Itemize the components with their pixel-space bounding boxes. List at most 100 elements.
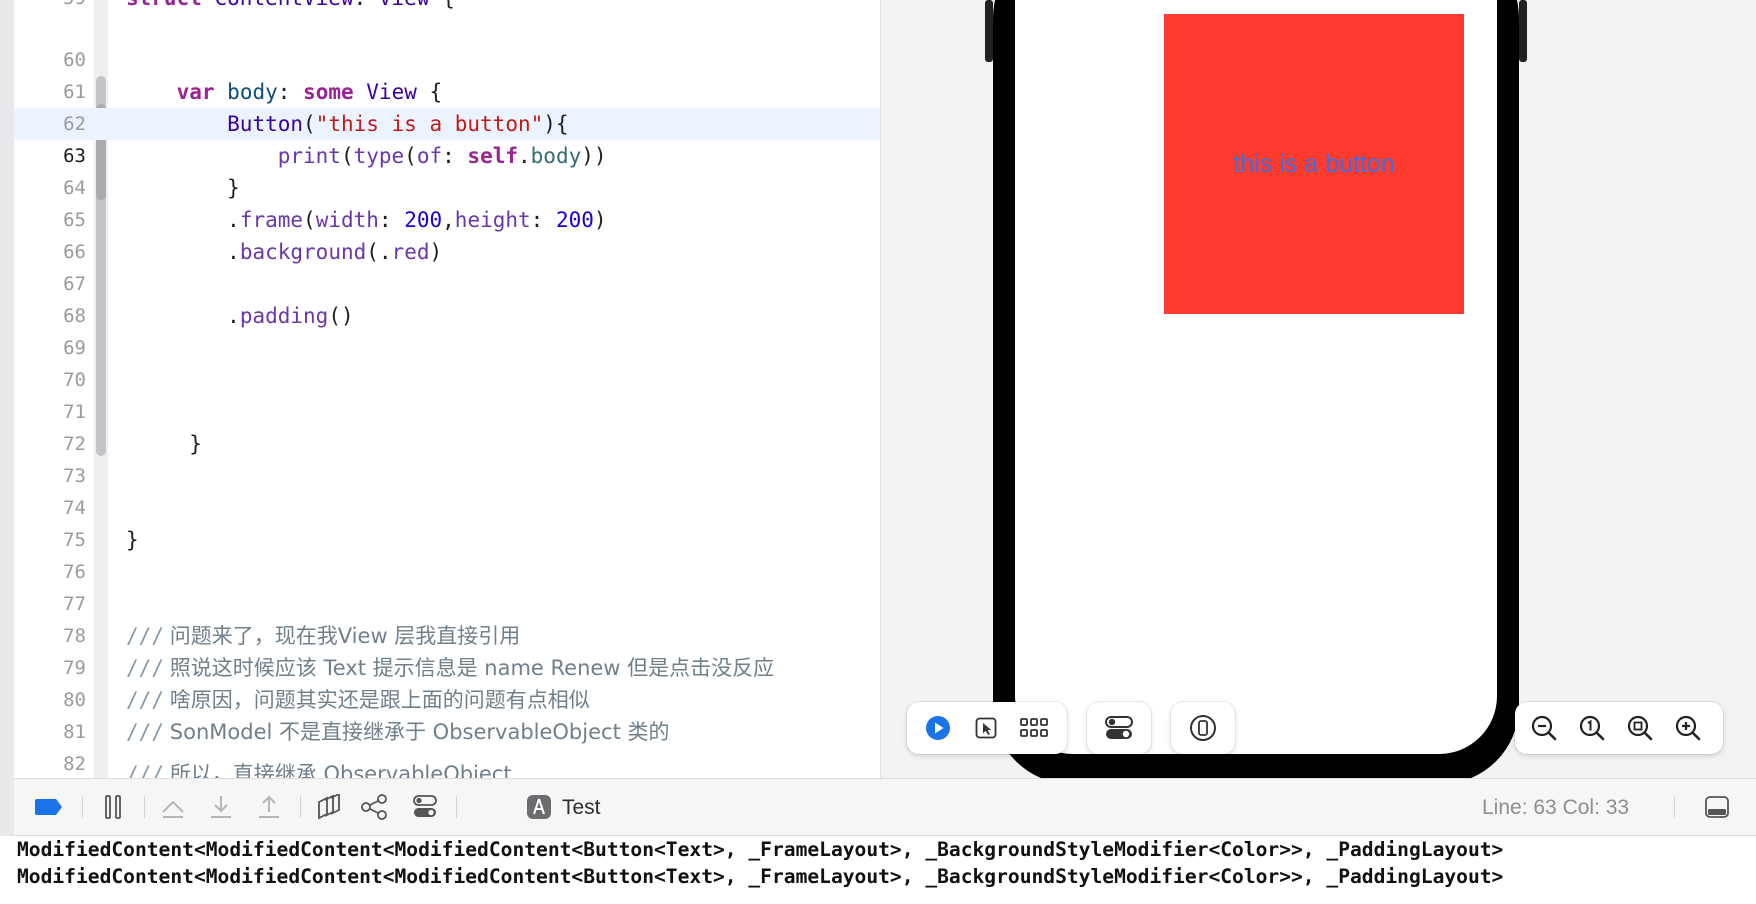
comment-slashes: /// bbox=[126, 720, 164, 744]
toggle-console-icon[interactable] bbox=[1700, 789, 1734, 825]
brace: } bbox=[227, 176, 240, 200]
comment-text: 啥原因，问题其实还是跟上面的问题有点相似 bbox=[169, 688, 590, 712]
line-number: 76 bbox=[63, 561, 86, 583]
column-indicator: Col: 33 bbox=[1562, 796, 1630, 819]
line-number: 68 bbox=[63, 305, 86, 327]
phone-side-button bbox=[1519, 0, 1527, 62]
paren: ( bbox=[303, 112, 316, 136]
function-name: type bbox=[353, 144, 405, 168]
comment-text: 所以，直接继承 ObservableObject bbox=[169, 762, 512, 778]
environment-overrides-icon[interactable] bbox=[408, 789, 442, 825]
left-edge-strip bbox=[0, 0, 14, 904]
line-number: 80 bbox=[63, 689, 86, 711]
line-number: 59 bbox=[14, 0, 86, 14]
brace: { bbox=[429, 80, 443, 104]
type-name: ContentView bbox=[215, 0, 354, 10]
variants-icon[interactable] bbox=[1102, 711, 1136, 745]
app-target-icon[interactable] bbox=[522, 789, 556, 825]
comment-slashes: /// bbox=[126, 624, 164, 648]
dot: . bbox=[227, 304, 240, 328]
device-settings-icon[interactable] bbox=[1186, 711, 1220, 745]
code-line-73[interactable]: } bbox=[126, 428, 202, 460]
paren: () bbox=[328, 304, 354, 328]
phone-side-button bbox=[985, 0, 993, 62]
separator bbox=[300, 796, 301, 818]
preview-button-label: this is a button bbox=[1233, 149, 1395, 178]
code-editor[interactable]: 60 61 62 63 64 65 66 67 68 69 70 71 72 73 74 75 76 77 78 79… bbox=[14, 0, 880, 778]
preview-red-button[interactable]: this is a button bbox=[1164, 14, 1464, 314]
console-output[interactable]: ModifiedContent<ModifiedContent<Modified… bbox=[0, 836, 1756, 904]
step-over-icon[interactable] bbox=[156, 789, 190, 825]
console-line: ModifiedContent<ModifiedContent<Modified… bbox=[17, 838, 1504, 861]
comment-slashes: /// bbox=[126, 656, 164, 680]
line-number: 66 bbox=[63, 241, 86, 263]
paren: )) bbox=[581, 144, 607, 168]
code-line-62[interactable]: var body: some View { bbox=[126, 76, 443, 108]
separator bbox=[144, 796, 145, 818]
cursor-position: Line: 63 Col: 33 bbox=[1482, 795, 1629, 821]
actual-size-icon[interactable] bbox=[1575, 711, 1609, 745]
comment-line-82[interactable]: /// SonModel 不是直接继承于 ObservableObject 类的 bbox=[126, 716, 669, 749]
line-number: 79 bbox=[63, 657, 86, 679]
property-name: body bbox=[227, 80, 278, 104]
number-literal: 200 bbox=[404, 208, 443, 232]
zoom-out-icon[interactable] bbox=[1527, 711, 1561, 745]
comment-text: 照说这时候应该 Text 提示信息是 name Renew 但是点击没反应 bbox=[169, 656, 775, 680]
zoom-to-fit-icon[interactable] bbox=[1623, 711, 1657, 745]
line-number: 67 bbox=[63, 273, 86, 295]
code-line-76[interactable]: } bbox=[126, 524, 139, 556]
line-number: 71 bbox=[63, 401, 86, 423]
paren: ){ bbox=[543, 112, 569, 136]
comment-line-80[interactable]: /// 照说这时候应该 Text 提示信息是 name Renew 但是点击没反… bbox=[126, 652, 774, 685]
keyword: some bbox=[303, 80, 354, 104]
comment-line-83[interactable]: /// 所以，直接继承 ObservableObject bbox=[126, 758, 512, 778]
view-hierarchy-icon[interactable] bbox=[312, 789, 346, 825]
variants-toolbar bbox=[1087, 702, 1151, 754]
pause-icon[interactable] bbox=[96, 789, 130, 825]
select-cursor-icon[interactable] bbox=[969, 711, 1003, 745]
code-line-65[interactable]: } bbox=[126, 172, 240, 204]
comment-line-79[interactable]: /// 问题来了，现在我View 层我直接引用 bbox=[126, 620, 520, 653]
line-number: 70 bbox=[63, 369, 86, 391]
line-number: 62 bbox=[63, 113, 86, 135]
string-literal: "this is a button" bbox=[315, 112, 544, 136]
separator bbox=[456, 796, 457, 818]
code-line-67[interactable]: .background(.red) bbox=[126, 236, 442, 268]
play-icon[interactable] bbox=[921, 711, 955, 745]
preview-mode-toolbar bbox=[907, 702, 1067, 754]
grid-icon[interactable] bbox=[1017, 711, 1051, 745]
line-number: 64 bbox=[63, 177, 86, 199]
code-line-63[interactable]: Button("this is a button"){ bbox=[126, 108, 569, 140]
line-number: 72 bbox=[63, 433, 86, 455]
line-number: 78 bbox=[63, 625, 86, 647]
line-number: 69 bbox=[63, 337, 86, 359]
code-line-64[interactable]: print(type(of: self.body)) bbox=[126, 140, 607, 172]
number-literal: 200 bbox=[555, 208, 594, 232]
method-name: padding bbox=[239, 304, 329, 328]
debug-bar: Test Line: 63 Col: 33 bbox=[14, 778, 1756, 836]
function-name: print bbox=[277, 144, 341, 168]
comment-text: SonModel 不是直接继承于 ObservableObject 类的 bbox=[169, 720, 670, 744]
memory-graph-icon[interactable] bbox=[358, 789, 392, 825]
line-number: 75 bbox=[63, 529, 86, 551]
type-name: View bbox=[366, 80, 417, 104]
comment-line-81[interactable]: /// 啥原因，问题其实还是跟上面的问题有点相似 bbox=[126, 684, 590, 717]
separator bbox=[1674, 796, 1675, 818]
device-settings-toolbar bbox=[1171, 702, 1235, 754]
line-number: 63 bbox=[63, 145, 86, 167]
line-number: 60 bbox=[63, 49, 86, 71]
keyword: self bbox=[467, 144, 518, 168]
code-line-59[interactable]: struct ContentView: View { bbox=[126, 0, 455, 14]
code-line-66[interactable]: .frame(width: 200,height: 200) bbox=[126, 204, 606, 236]
zoom-in-icon[interactable] bbox=[1671, 711, 1705, 745]
code-line-69[interactable]: .padding() bbox=[126, 300, 354, 332]
step-into-icon[interactable] bbox=[204, 789, 238, 825]
target-label[interactable]: Test bbox=[562, 795, 601, 821]
comment-slashes: /// bbox=[126, 762, 164, 778]
line-number: 65 bbox=[63, 209, 86, 231]
step-out-icon[interactable] bbox=[252, 789, 286, 825]
line-number: 81 bbox=[63, 721, 86, 743]
brace: } bbox=[189, 432, 202, 456]
breakpoints-toggle-icon[interactable] bbox=[32, 789, 66, 825]
line-indicator: Line: 63 bbox=[1482, 796, 1557, 819]
